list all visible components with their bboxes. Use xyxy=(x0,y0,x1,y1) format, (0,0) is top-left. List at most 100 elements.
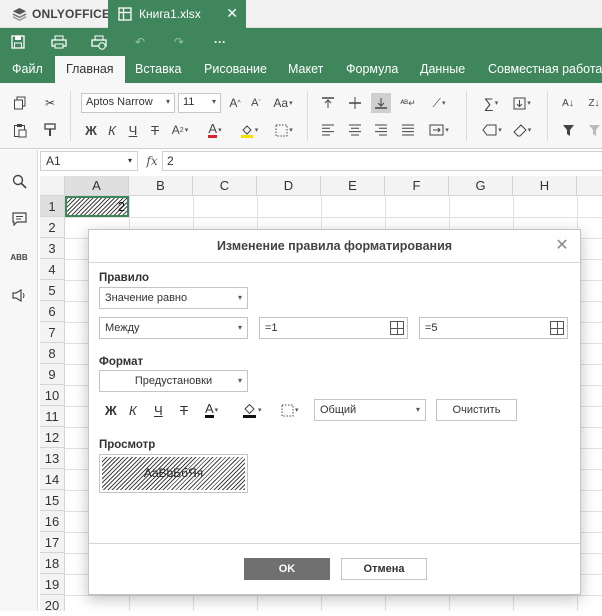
comments-icon[interactable] xyxy=(9,209,29,229)
tab-draw[interactable]: Рисование xyxy=(193,56,278,83)
tab-formula[interactable]: Формула xyxy=(335,56,409,83)
fill-icon[interactable]: ▾ xyxy=(508,93,536,113)
row-header[interactable]: 6 xyxy=(40,301,65,322)
filter-clear-icon[interactable] xyxy=(584,120,602,140)
column-header[interactable]: E xyxy=(321,176,385,196)
row-header[interactable]: 7 xyxy=(40,322,65,343)
insert-function-button[interactable]: fx xyxy=(143,151,161,171)
row-header[interactable]: 3 xyxy=(40,238,65,259)
row-header[interactable]: 8 xyxy=(40,343,65,364)
align-middle-icon[interactable] xyxy=(345,93,365,113)
align-right-icon[interactable] xyxy=(371,120,391,140)
sum-icon[interactable]: ∑ ▾ xyxy=(478,93,504,113)
tab-collaboration[interactable]: Совместная работа xyxy=(477,56,602,83)
bold-button[interactable]: Ж xyxy=(105,400,117,420)
italic-button[interactable]: К xyxy=(129,400,137,420)
fill-color-icon[interactable]: ▾ xyxy=(236,120,262,140)
cell-a1[interactable]: 2 xyxy=(65,196,129,217)
increase-font-icon[interactable]: A ^ xyxy=(225,93,245,113)
value2-input[interactable]: =5 xyxy=(419,317,568,339)
cut-icon[interactable]: ✂ xyxy=(40,93,60,113)
font-name-select[interactable]: Aptos Narrow ▾ xyxy=(81,93,175,113)
row-header[interactable]: 13 xyxy=(40,448,65,469)
print-icon[interactable] xyxy=(50,33,68,51)
row-header[interactable]: 17 xyxy=(40,532,65,553)
filter-icon[interactable] xyxy=(558,120,578,140)
preset-select[interactable]: Предустановки ▾ xyxy=(99,370,248,392)
font-color-icon[interactable]: A ▾ xyxy=(203,120,227,140)
eraser-icon[interactable]: ▾ xyxy=(508,120,536,140)
bold-icon[interactable]: Ж xyxy=(81,120,101,140)
align-left-icon[interactable] xyxy=(318,120,338,140)
column-header[interactable]: G xyxy=(449,176,513,196)
search-icon[interactable] xyxy=(9,171,29,191)
row-header[interactable]: 1 xyxy=(40,196,65,217)
select-range-icon[interactable] xyxy=(550,321,564,335)
align-bottom-icon[interactable] xyxy=(371,93,391,113)
fill-color-button[interactable]: ▾ xyxy=(242,400,262,420)
borders-icon[interactable]: ▾ xyxy=(271,120,297,140)
row-header[interactable]: 19 xyxy=(40,574,65,595)
row-header[interactable]: 4 xyxy=(40,259,65,280)
column-header[interactable]: A xyxy=(65,176,129,196)
font-color-button[interactable]: А ▾ xyxy=(205,400,218,420)
merge-cells-icon[interactable]: ▾ xyxy=(425,120,453,140)
row-header[interactable]: 20 xyxy=(40,595,65,613)
feedback-icon[interactable] xyxy=(9,285,29,305)
subscript-icon[interactable]: A 2 ▾ xyxy=(168,120,192,140)
column-header[interactable]: D xyxy=(257,176,321,196)
font-size-select[interactable]: 11 ▾ xyxy=(178,93,221,113)
decrease-font-icon[interactable]: Aˇ xyxy=(246,93,266,113)
quick-print-icon[interactable] xyxy=(90,33,108,51)
row-header[interactable]: 11 xyxy=(40,406,65,427)
select-range-icon[interactable] xyxy=(390,321,404,335)
column-header[interactable]: C xyxy=(193,176,257,196)
borders-button[interactable]: ▾ xyxy=(281,400,299,420)
wrap-text-icon[interactable]: ᴬᴮ↵ xyxy=(398,93,418,113)
clear-format-icon[interactable]: ▾ xyxy=(478,120,506,140)
document-tab[interactable]: Книга1.xlsx ✕ xyxy=(108,0,246,28)
column-header[interactable]: H xyxy=(513,176,577,196)
clear-button[interactable]: Очистить xyxy=(436,399,517,421)
sort-ascending-icon[interactable]: A↓ xyxy=(558,93,578,113)
underline-icon[interactable]: Ч xyxy=(123,120,143,140)
save-icon[interactable] xyxy=(9,33,27,51)
name-box[interactable]: A1 ▾ xyxy=(40,151,138,171)
number-format-select[interactable]: Общий ▾ xyxy=(314,399,426,421)
select-all-corner[interactable] xyxy=(40,176,65,196)
text-orientation-icon[interactable]: ⟋ ▾ xyxy=(425,93,453,113)
redo-icon[interactable]: ↷ xyxy=(170,33,188,51)
strikethrough-icon[interactable]: Т xyxy=(145,120,165,140)
row-header[interactable]: 18 xyxy=(40,553,65,574)
tab-layout[interactable]: Макет xyxy=(277,56,334,83)
copy-icon[interactable] xyxy=(10,93,30,113)
strikethrough-button[interactable]: Т xyxy=(180,400,188,420)
close-tab-icon[interactable]: ✕ xyxy=(226,6,238,20)
column-header[interactable] xyxy=(577,176,602,196)
align-center-icon[interactable] xyxy=(345,120,365,140)
column-header[interactable]: F xyxy=(385,176,449,196)
row-header[interactable]: 12 xyxy=(40,427,65,448)
row-header[interactable]: 10 xyxy=(40,385,65,406)
tab-home[interactable]: Главная xyxy=(55,56,125,83)
cancel-button[interactable]: Отмена xyxy=(341,558,427,580)
value1-input[interactable]: =1 xyxy=(259,317,408,339)
close-icon[interactable]: ✕ xyxy=(554,238,570,254)
row-header[interactable]: 5 xyxy=(40,280,65,301)
column-header[interactable]: B xyxy=(129,176,193,196)
spellcheck-icon[interactable]: ABB xyxy=(9,247,29,267)
tab-data[interactable]: Данные xyxy=(409,56,476,83)
format-painter-icon[interactable] xyxy=(40,120,60,140)
justify-icon[interactable] xyxy=(398,120,418,140)
change-case-icon[interactable]: Aa ▾ xyxy=(270,93,296,113)
row-header[interactable]: 15 xyxy=(40,490,65,511)
row-header[interactable]: 16 xyxy=(40,511,65,532)
more-icon[interactable]: ··· xyxy=(211,33,229,51)
undo-icon[interactable]: ↶ xyxy=(131,33,149,51)
tab-insert[interactable]: Вставка xyxy=(124,56,192,83)
row-header[interactable]: 2 xyxy=(40,217,65,238)
sort-descending-icon[interactable]: Z↓ xyxy=(584,93,602,113)
row-header[interactable]: 14 xyxy=(40,469,65,490)
tab-file[interactable]: Файл xyxy=(1,56,54,83)
ok-button[interactable]: OK xyxy=(244,558,330,580)
